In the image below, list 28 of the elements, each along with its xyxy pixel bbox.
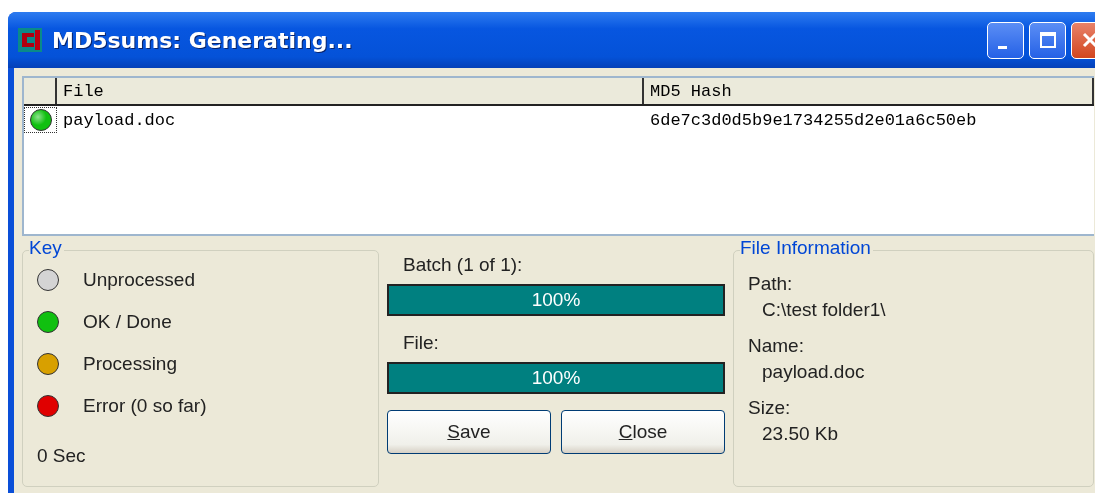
status-cell[interactable]	[24, 107, 57, 133]
key-label: OK / Done	[83, 310, 172, 333]
column-header[interactable]: File	[57, 78, 644, 104]
app-icon	[18, 28, 42, 52]
key-label: Error (0 so far)	[83, 394, 207, 417]
key-label: Unprocessed	[83, 268, 195, 291]
field-label: Size:	[748, 397, 792, 419]
column-header[interactable]: MD5 Hash	[644, 78, 1094, 104]
field-value: C:\test folder1\	[762, 299, 887, 321]
dialog-button[interactable]: Close	[561, 410, 725, 454]
minimize-icon	[998, 45, 1007, 49]
dialog-button[interactable]: Save	[387, 410, 551, 454]
progress-label: File:	[403, 332, 440, 354]
file-name-cell-text: payload.doc	[62, 110, 177, 130]
hash-cell-text: 6de7c3d0d5b9e1734255d2e01a6c50eb	[649, 110, 978, 130]
progress-reading: 100%	[530, 366, 582, 390]
field-label: Name:	[748, 335, 805, 357]
elapsed-time: 0 Sec	[37, 445, 87, 467]
maximize-icon	[1037, 30, 1058, 50]
key-label: Processing	[83, 352, 177, 375]
minimize-button[interactable]	[987, 21, 1024, 59]
progress-label: Batch (1 of 1):	[403, 254, 524, 276]
field-value: 23.50 Kb	[762, 423, 840, 445]
window-title: MD5sums: Generating...	[52, 27, 353, 53]
field-value: payload.doc	[762, 361, 866, 383]
field-label: Path:	[748, 273, 794, 295]
maximize-button[interactable]	[1029, 21, 1066, 59]
progress-reading: 100%	[530, 288, 582, 312]
